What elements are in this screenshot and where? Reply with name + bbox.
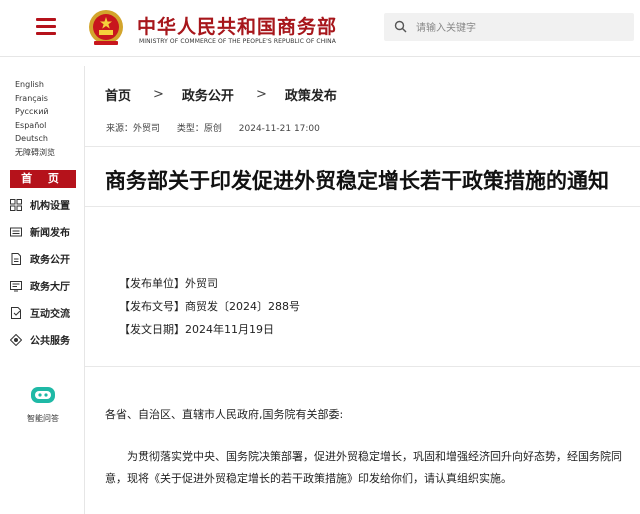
article-info: 【发布单位】外贸司 【发布文号】商贸发〔2024〕288号 【发文日期】2024… xyxy=(119,272,300,341)
lang-russian[interactable]: Русский xyxy=(15,105,49,119)
article-date: 2024-11-21 17:00 xyxy=(238,124,320,134)
sidebar: EnglishFrançais РусскийEspañol Deutsch 无… xyxy=(0,66,85,514)
lang-english[interactable]: English xyxy=(15,78,44,92)
breadcrumb-policy[interactable]: 政策发布 xyxy=(285,85,337,104)
site-subtitle: MINISTRY OF COMMERCE OF THE PEOPLE'S REP… xyxy=(139,38,336,45)
menu-icon[interactable] xyxy=(36,18,56,35)
grid-icon xyxy=(10,198,22,211)
accessibility-link[interactable]: 无障碍浏览 xyxy=(15,146,55,160)
national-emblem-icon xyxy=(89,10,123,45)
issuer-line: 【发布单位】外贸司 xyxy=(119,277,218,290)
article-main: 首页 > 政务公开 > 政策发布 来源：外贸司 类型：原创 2024-11-21… xyxy=(85,56,640,514)
site-title: 中华人民共和国商务部 xyxy=(137,16,338,38)
chat-icon xyxy=(10,306,22,319)
article-salutation: 各省、自治区、直辖市人民政府,国务院有关部委: xyxy=(105,408,344,421)
document-icon xyxy=(10,252,22,265)
issue-date-line: 【发文日期】2024年11月19日 xyxy=(119,323,274,336)
robot-icon xyxy=(31,387,55,403)
chevron-right-icon: > xyxy=(153,87,164,102)
article-paragraph: 为贯彻落实党中央、国务院决策部署，促进外贸稳定增长，巩固和增强经济回升向好态势，… xyxy=(105,450,622,485)
sidebar-item-organization[interactable]: 机构设置 xyxy=(10,191,76,218)
sidebar-item-label: 机构设置 xyxy=(30,201,70,212)
article-title: 商务部关于印发促进外贸稳定增长若干政策措施的通知 xyxy=(105,169,609,193)
search-box[interactable] xyxy=(384,13,634,41)
sidebar-item-affairs[interactable]: 政务公开 xyxy=(10,245,76,272)
divider xyxy=(85,366,640,367)
search-icon[interactable] xyxy=(394,20,407,33)
search-input[interactable] xyxy=(414,17,628,39)
article-source: 来源：外贸司 xyxy=(106,124,161,134)
service-icon xyxy=(10,333,22,346)
smart-qa-button[interactable]: 智能问答 xyxy=(10,384,76,424)
lang-german[interactable]: Deutsch xyxy=(15,132,48,146)
divider xyxy=(85,146,640,147)
sidebar-item-label: 新闻发布 xyxy=(30,228,70,239)
breadcrumb-home[interactable]: 首页 xyxy=(105,85,131,104)
breadcrumb: 首页 > 政务公开 > 政策发布 xyxy=(105,85,337,104)
chevron-right-icon: > xyxy=(255,87,267,102)
doc-number-line: 【发布文号】商贸发〔2024〕288号 xyxy=(119,300,300,313)
sidebar-item-services[interactable]: 公共服务 xyxy=(10,326,76,353)
sidebar-item-label: 政务公开 xyxy=(30,255,70,266)
sidebar-item-hall[interactable]: 政务大厅 xyxy=(10,272,76,299)
lang-spanish[interactable]: Español xyxy=(15,119,46,133)
breadcrumb-affairs[interactable]: 政务公开 xyxy=(182,85,234,104)
article-meta: 来源：外贸司 类型：原创 2024-11-21 17:00 xyxy=(106,121,334,134)
sidebar-item-home[interactable]: 首 页 xyxy=(10,170,76,188)
news-icon xyxy=(10,226,22,238)
hall-icon xyxy=(10,280,22,292)
sidebar-item-news[interactable]: 新闻发布 xyxy=(10,218,76,245)
language-list: EnglishFrançais РусскийEspañol Deutsch 无… xyxy=(15,78,81,159)
sidebar-item-label: 公共服务 xyxy=(30,336,70,347)
sidebar-nav: 首 页 机构设置 新闻发布 政务公开 政务大厅 互动交流 公共服务 xyxy=(10,170,76,353)
lang-french[interactable]: Français xyxy=(15,92,48,106)
sidebar-item-interaction[interactable]: 互动交流 xyxy=(10,299,76,326)
smart-qa-label: 智能问答 xyxy=(27,414,59,423)
sidebar-item-label: 互动交流 xyxy=(30,309,70,320)
article-type: 类型：原创 xyxy=(176,124,222,134)
site-header: 中华人民共和国商务部 MINISTRY OF COMMERCE OF THE P… xyxy=(0,0,640,57)
sidebar-item-label: 政务大厅 xyxy=(30,282,70,293)
divider xyxy=(85,206,640,207)
